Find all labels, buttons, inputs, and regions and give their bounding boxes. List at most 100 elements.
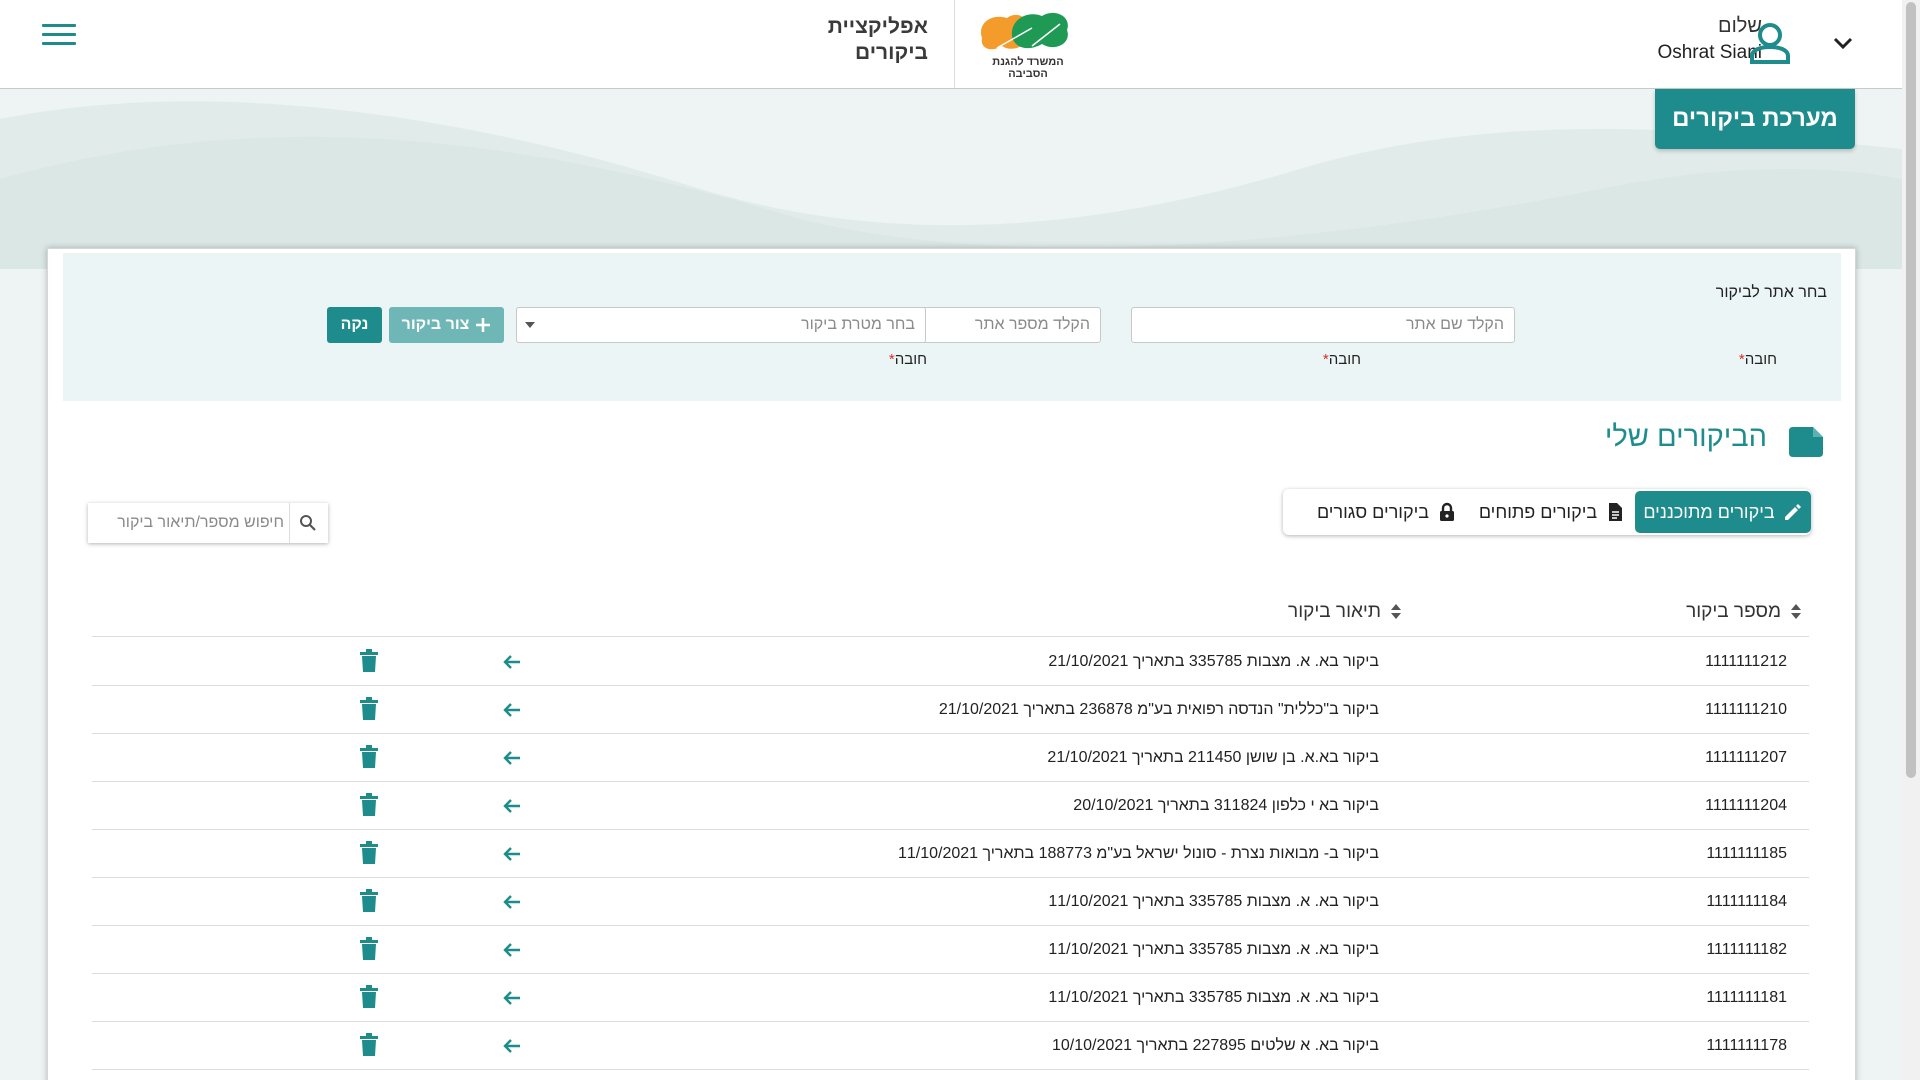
table-row[interactable]: 1111111181 ביקור בא. א. מצבות 335785 בתא…	[92, 974, 1809, 1022]
site-name-input[interactable]: הקלד שם אתר	[1131, 307, 1515, 343]
background-waves	[0, 101, 1902, 269]
visit-number-cell: 1111111185	[1706, 845, 1787, 862]
hamburger-menu-icon[interactable]	[42, 24, 76, 48]
leaves-logo-icon	[981, 12, 1068, 50]
column-header-visit-description[interactable]: תיאור ביקור	[1288, 601, 1401, 623]
trash-icon[interactable]	[358, 1033, 380, 1057]
folded-document-icon	[1789, 427, 1823, 457]
user-greeting: שלום Oshrat Siani	[1657, 14, 1762, 68]
visit-description-cell: ביקור בא. א שלטים 227895 בתאריך 10/10/20…	[1051, 1037, 1379, 1054]
visit-filter-panel: בחר אתר לביקור הקלד שם אתר *חובה הקלד מס…	[63, 253, 1841, 401]
filter-title: בחר אתר לביקור	[1715, 284, 1827, 301]
visit-description-cell: ביקור בא.א. בן שושן 211450 בתאריך 21/10/…	[1047, 749, 1379, 766]
visits-tabs: ביקורים מתוכננים ביקורים פתוחים ביקורים …	[1283, 489, 1811, 535]
clear-button[interactable]: נקה	[327, 307, 382, 343]
arrow-left-icon[interactable]	[500, 938, 524, 962]
trash-icon[interactable]	[358, 649, 380, 673]
visit-number-cell: 1111111181	[1706, 989, 1787, 1006]
system-title-badge: מערכת ביקורים	[1655, 89, 1855, 149]
my-visits-title: הביקורים שלי	[1604, 421, 1767, 453]
table-row[interactable]: 1111111210 ביקור ב"כללית" הנדסה רפואית ב…	[92, 686, 1809, 734]
trash-icon[interactable]	[358, 793, 380, 817]
app-name-line1: אפליקציית	[827, 15, 928, 38]
main-card: בחר אתר לביקור הקלד שם אתר *חובה הקלד מס…	[47, 248, 1856, 1080]
table-row[interactable]: 1111111185 ביקור ב- מבואות נצרת - סונול …	[92, 830, 1809, 878]
tab-open-visits[interactable]: ביקורים פתוחים	[1477, 491, 1627, 533]
app-name-line2: ביקורים	[855, 41, 928, 64]
sort-icon[interactable]	[1391, 604, 1401, 620]
table-row[interactable]: 1111111182 ביקור בא. א. מצבות 335785 בתא…	[92, 926, 1809, 974]
site-name-placeholder: הקלד שם אתר	[1406, 316, 1504, 333]
visit-number-cell: 1111111184	[1706, 893, 1787, 910]
trash-icon[interactable]	[358, 745, 380, 769]
trash-icon[interactable]	[358, 985, 380, 1009]
site-name-required: *חובה	[1738, 351, 1777, 368]
table-row[interactable]: 1111111204 ביקור בא י כלפון 311824 בתארי…	[92, 782, 1809, 830]
user-name: Oshrat Siani	[1657, 42, 1762, 63]
trash-icon[interactable]	[358, 889, 380, 913]
visit-description-cell: ביקור בא. א. מצבות 335785 בתאריך 11/10/2…	[1048, 941, 1379, 958]
logo-caption: המשרד להגנת הסביבה	[992, 56, 1064, 80]
visit-purpose-required: *חובה	[888, 351, 927, 368]
arrow-left-icon[interactable]	[500, 842, 524, 866]
tab-planned-label: ביקורים מתוכננים	[1643, 501, 1775, 522]
sort-icon[interactable]	[1791, 604, 1801, 620]
visit-purpose-select[interactable]: בחר מטרת ביקור	[516, 307, 926, 343]
tab-planned-visits[interactable]: ביקורים מתוכננים	[1635, 491, 1811, 533]
plus-icon	[476, 318, 491, 332]
visit-number-cell: 1111111182	[1706, 941, 1787, 958]
table-row[interactable]: 1111111178 ביקור בא. א שלטים 227895 בתאר…	[92, 1022, 1809, 1070]
visit-number-cell: 1111111178	[1706, 1037, 1787, 1054]
arrow-left-icon[interactable]	[500, 890, 524, 914]
tab-closed-visits[interactable]: ביקורים סגורים	[1303, 491, 1471, 533]
table-row[interactable]: 1111111212 ביקור בא. א. מצבות 335785 בתא…	[92, 638, 1809, 686]
site-number-required: *חובה	[1322, 351, 1361, 368]
table-row[interactable]: 1111111207 ביקור בא.א. בן שושן 211450 בת…	[92, 734, 1809, 782]
visit-description-cell: ביקור בא י כלפון 311824 בתאריך 20/10/202…	[1073, 797, 1379, 814]
app-name: אפליקציית ביקורים	[800, 14, 928, 66]
visits-table-header: מספר ביקור תיאור ביקור	[92, 589, 1809, 637]
header-divider	[954, 0, 955, 88]
site-number-placeholder: הקלד מספר אתר	[974, 316, 1090, 333]
column-header-visit-number[interactable]: מספר ביקור	[1686, 601, 1801, 623]
arrow-left-icon[interactable]	[500, 794, 524, 818]
top-bar: אפליקציית ביקורים המשרד להגנת הסביבה שלו…	[0, 0, 1902, 89]
trash-icon[interactable]	[358, 697, 380, 721]
chevron-down-icon[interactable]	[1830, 30, 1856, 56]
tab-open-label: ביקורים פתוחים	[1478, 501, 1598, 522]
visit-number-cell: 1111111210	[1705, 701, 1787, 718]
visit-description-cell: ביקור ב- מבואות נצרת - סונול ישראל בע"מ …	[898, 845, 1379, 862]
arrow-left-icon[interactable]	[500, 1034, 524, 1058]
visit-number-cell: 1111111204	[1705, 797, 1787, 814]
document-icon	[1609, 503, 1623, 521]
visit-number-cell: 1111111212	[1705, 653, 1787, 670]
trash-icon[interactable]	[358, 841, 380, 865]
scrollbar-thumb[interactable]	[1906, 2, 1916, 778]
greeting-text: שלום	[1718, 15, 1762, 37]
visit-description-cell: ביקור בא. א. מצבות 335785 בתאריך 11/10/2…	[1048, 989, 1379, 1006]
tab-closed-label: ביקורים סגורים	[1316, 501, 1430, 522]
ministry-logo: המשרד להגנת הסביבה	[972, 8, 1092, 80]
visit-description-cell: ביקור בא. א. מצבות 335785 בתאריך 11/10/2…	[1048, 893, 1379, 910]
visit-description-cell: ביקור ב"כללית" הנדסה רפואית בע"מ 236878 …	[938, 701, 1379, 718]
create-visit-label: צור ביקור	[401, 316, 470, 333]
visit-description-cell: ביקור בא. א. מצבות 335785 בתאריך 21/10/2…	[1048, 653, 1379, 670]
visit-search-input[interactable]: חיפוש מספר/תיאור ביקור	[88, 503, 328, 543]
visit-number-cell: 1111111207	[1705, 749, 1787, 766]
visits-table-body: 1111111212 ביקור בא. א. מצבות 335785 בתא…	[92, 638, 1809, 1070]
arrow-left-icon[interactable]	[500, 746, 524, 770]
create-visit-button[interactable]: צור ביקור	[389, 307, 504, 343]
arrow-left-icon[interactable]	[500, 650, 524, 674]
search-placeholder: חיפוש מספר/תיאור ביקור	[117, 514, 284, 531]
search-icon[interactable]	[298, 513, 318, 533]
arrow-left-icon[interactable]	[500, 986, 524, 1010]
visit-purpose-placeholder: בחר מטרת ביקור	[801, 316, 915, 333]
select-caret-icon	[525, 322, 535, 328]
trash-icon[interactable]	[358, 937, 380, 961]
table-row[interactable]: 1111111184 ביקור בא. א. מצבות 335785 בתא…	[92, 878, 1809, 926]
user-avatar-icon[interactable]	[1748, 22, 1792, 64]
pencil-icon	[1784, 504, 1801, 520]
lock-icon	[1440, 502, 1455, 521]
search-divider	[289, 503, 290, 543]
arrow-left-icon[interactable]	[500, 698, 524, 722]
